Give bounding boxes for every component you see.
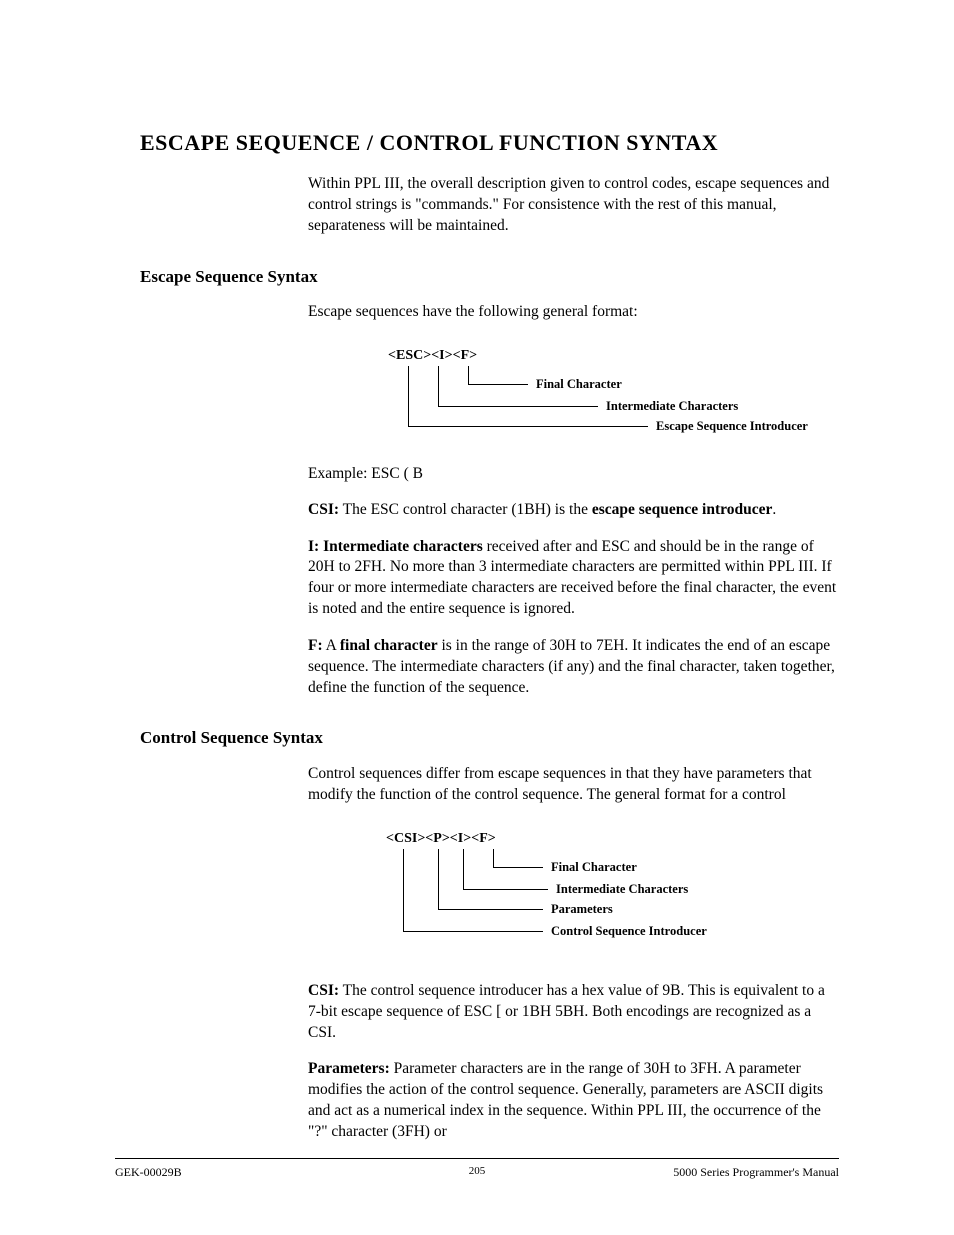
diagram1-introducer-label: Escape Sequence Introducer <box>656 419 808 434</box>
page-footer: GEK-00029B 205 5000 Series Programmer's … <box>115 1158 839 1180</box>
example-text: Example: ESC ( B <box>308 464 839 485</box>
parameters-paragraph: Parameters: Parameter characters are in … <box>308 1059 839 1143</box>
intermediate-paragraph: I: Intermediate characters received afte… <box>308 537 839 621</box>
csi-bold: escape sequence introducer <box>592 501 773 518</box>
intro-paragraph: Within PPL III, the overall description … <box>308 174 839 237</box>
section2-lead: Control sequences differ from escape seq… <box>308 764 839 806</box>
csi-label: CSI: <box>308 501 339 518</box>
f-text1: A <box>323 637 340 654</box>
footer-page-number: 205 <box>469 1165 486 1177</box>
diagram2-intermediate-label: Intermediate Characters <box>556 882 688 897</box>
diagram2-parameters-label: Parameters <box>551 902 613 917</box>
diagram1-final-label: Final Character <box>536 377 622 392</box>
i-label: I: Intermediate characters <box>308 538 483 555</box>
diagram2-sequence: <CSI><P><I><F> <box>386 831 496 847</box>
footer-left: GEK-00029B <box>115 1165 182 1180</box>
csi2-text: The control sequence introducer has a he… <box>308 982 825 1041</box>
params-label: Parameters: <box>308 1060 390 1077</box>
control-syntax-diagram: <CSI><P><I><F> Final Character Intermedi… <box>308 831 839 956</box>
main-heading: ESCAPE SEQUENCE / CONTROL FUNCTION SYNTA… <box>140 130 839 156</box>
section1-title: Escape Sequence Syntax <box>140 267 839 287</box>
csi-paragraph-2: CSI: The control sequence introducer has… <box>308 981 839 1044</box>
csi-text1: The ESC control character (1BH) is the <box>339 501 592 518</box>
diagram2-final-label: Final Character <box>551 860 637 875</box>
csi2-label: CSI: <box>308 982 339 999</box>
escape-syntax-diagram: <ESC><I><F> Final Character Intermediate… <box>308 348 839 448</box>
diagram2-introducer-label: Control Sequence Introducer <box>551 924 707 939</box>
f-bold: final character <box>340 637 438 654</box>
section1-lead: Escape sequences have the following gene… <box>308 302 839 323</box>
csi-text2: . <box>772 501 776 518</box>
diagram1-sequence: <ESC><I><F> <box>388 348 477 364</box>
footer-right: 5000 Series Programmer's Manual <box>673 1165 839 1180</box>
diagram1-intermediate-label: Intermediate Characters <box>606 399 738 414</box>
csi-paragraph-1: CSI: The ESC control character (1BH) is … <box>308 500 839 521</box>
final-paragraph: F: A final character is in the range of … <box>308 636 839 699</box>
f-label: F: <box>308 637 323 654</box>
section2-title: Control Sequence Syntax <box>140 728 839 748</box>
